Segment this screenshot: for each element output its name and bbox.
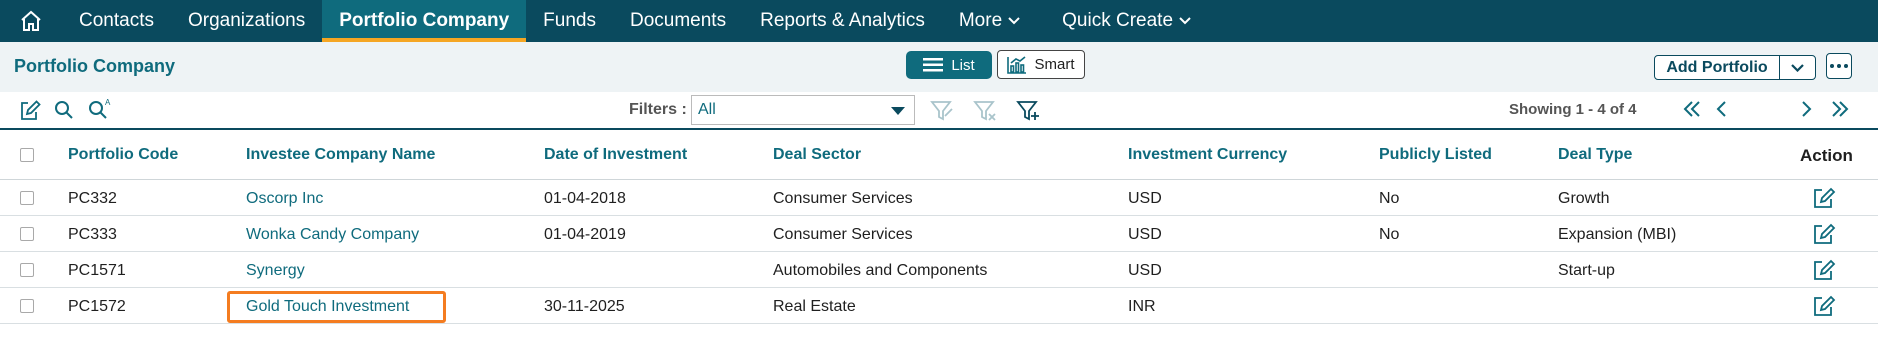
cell-investee-company-link[interactable]: Oscorp Inc [246,190,323,208]
filters-selected-value: All [698,101,716,118]
add-portfolio-button[interactable]: Add Portfolio [1655,56,1779,79]
cell-date-of-investment: 01-04-2019 [544,226,626,243]
cell-publicly-listed: No [1379,190,1400,207]
nav-funds[interactable]: Funds [526,0,613,42]
filters-select[interactable]: All [691,95,915,125]
top-navigation: Contacts Organizations Portfolio Company… [0,0,1878,42]
first-page-icon[interactable] [1682,99,1702,119]
pagination-summary: Showing 1 - 4 of 4 [1509,101,1637,118]
cell-investee-company-link[interactable]: Synergy [246,262,305,280]
cell-date-of-investment: 30-11-2025 [544,298,625,315]
nav-more-label: More [958,10,1003,31]
column-header-deal-sector[interactable]: Deal Sector [773,146,861,164]
column-header-investment-currency[interactable]: Investment Currency [1128,146,1287,164]
row-checkbox[interactable] [20,227,34,241]
row-checkbox[interactable] [20,191,34,205]
cell-investee-company-link[interactable]: Wonka Candy Company [246,226,419,244]
cell-investee-company-link[interactable]: Gold Touch Investment [246,298,409,316]
list-view-button[interactable]: List [906,51,992,79]
row-checkbox[interactable] [20,299,34,313]
table-row: PC1572 Gold Touch Investment 30-11-2025 … [0,288,1878,324]
page-title: Portfolio Company [14,56,175,76]
home-icon [21,10,41,31]
table-header-row: Portfolio Code Investee Company Name Dat… [0,130,1878,180]
nav-more[interactable]: More [942,0,1037,42]
chevron-down-icon [1008,17,1020,25]
nav-reports-analytics-label: Reports & Analytics [760,10,925,31]
nav-organizations[interactable]: Organizations [171,0,322,42]
add-portfolio-dropdown[interactable] [1779,56,1815,79]
cell-publicly-listed: No [1379,226,1400,243]
nav-quick-create-label: Quick Create [1062,10,1174,31]
more-dots-icon [1830,64,1834,68]
cell-investment-currency: USD [1128,190,1162,207]
row-checkbox[interactable] [20,263,34,277]
more-actions-button[interactable] [1826,53,1852,79]
select-all-checkbox[interactable] [20,148,34,162]
caret-down-icon [891,107,905,115]
filters-label: Filters : [629,101,687,118]
edit-icon[interactable] [1812,259,1836,281]
edit-icon[interactable] [1812,295,1836,317]
cell-deal-sector: Automobiles and Components [773,262,988,279]
cell-deal-type: Growth [1558,190,1610,207]
search-icon[interactable] [54,100,74,120]
nav-contacts[interactable]: Contacts [62,0,171,42]
cell-portfolio-code: PC1571 [68,262,126,279]
table-row: PC333 Wonka Candy Company 01-04-2019 Con… [0,216,1878,252]
filter-icon[interactable] [930,100,954,122]
column-header-date-of-investment[interactable]: Date of Investment [544,146,687,164]
cell-deal-sector: Consumer Services [773,190,913,207]
cell-portfolio-code: PC333 [68,226,117,243]
portfolio-table: Portfolio Code Investee Company Name Dat… [0,130,1878,324]
cell-deal-sector: Consumer Services [773,226,913,243]
chart-icon [1007,55,1027,74]
clear-filter-icon[interactable] [973,100,997,122]
nav-portfolio-company-label: Portfolio Company [339,10,510,31]
cell-date-of-investment: 01-04-2018 [544,190,626,207]
cell-portfolio-code: PC1572 [68,298,126,315]
nav-quick-create[interactable]: Quick Create [1045,0,1208,42]
column-header-investee-company-name[interactable]: Investee Company Name [246,146,435,164]
edit-icon[interactable] [1812,187,1836,209]
nav-reports-analytics[interactable]: Reports & Analytics [743,0,942,42]
edit-icon[interactable] [19,100,41,122]
add-filter-icon[interactable] [1016,100,1040,122]
cell-deal-type: Expansion (MBI) [1558,226,1677,243]
table-row: PC332 Oscorp Inc 01-04-2018 Consumer Ser… [0,180,1878,216]
column-header-portfolio-code[interactable]: Portfolio Code [68,146,178,164]
nav-documents[interactable]: Documents [613,0,743,42]
list-icon [923,58,944,72]
smart-view-label: Smart [1034,56,1075,73]
column-header-publicly-listed[interactable]: Publicly Listed [1379,146,1492,164]
next-page-icon[interactable] [1800,99,1814,119]
nav-organizations-label: Organizations [187,10,306,31]
cell-deal-sector: Real Estate [773,298,856,315]
toolbar: A Filters : All Showing 1 - 4 of 4 [0,92,1878,130]
cell-investment-currency: USD [1128,226,1162,243]
list-view-label: List [951,56,975,74]
column-header-action: Action [1800,146,1853,165]
nav-portfolio-company[interactable]: Portfolio Company [322,0,527,42]
cell-investment-currency: INR [1128,298,1156,315]
last-page-icon[interactable] [1830,99,1850,119]
advanced-search-icon[interactable]: A [88,97,114,119]
nav-documents-label: Documents [629,10,727,31]
add-portfolio-button-group: Add Portfolio [1654,55,1816,80]
nav-funds-label: Funds [543,10,596,31]
title-bar: Portfolio Company List Smart Add Portfol… [0,42,1878,92]
cell-deal-type: Start-up [1558,262,1615,279]
column-header-deal-type[interactable]: Deal Type [1558,146,1632,164]
chevron-down-icon [1791,63,1804,72]
home-button[interactable] [0,0,62,42]
table-row: PC1571 Synergy Automobiles and Component… [0,252,1878,288]
cell-portfolio-code: PC332 [68,190,117,207]
edit-icon[interactable] [1812,223,1836,245]
cell-investment-currency: USD [1128,262,1162,279]
prev-page-icon[interactable] [1714,99,1728,119]
chevron-down-icon [1179,17,1191,25]
smart-view-button[interactable]: Smart [997,50,1085,79]
nav-contacts-label: Contacts [79,10,154,31]
svg-text:A: A [105,98,111,107]
